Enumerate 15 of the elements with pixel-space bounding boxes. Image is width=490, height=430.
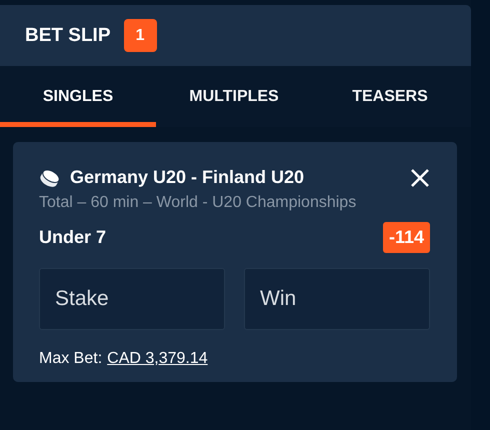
- close-button[interactable]: [410, 168, 430, 188]
- tab[interactable]: TEASERS: [312, 66, 468, 127]
- selection-label: Under 7: [39, 227, 106, 248]
- bet-slip-title: BET SLIP: [25, 24, 111, 46]
- max-bet-label: Max Bet:: [39, 350, 102, 368]
- count-badge: 1: [124, 19, 157, 52]
- hockey-puck-icon: [39, 168, 61, 188]
- tab[interactable]: SINGLES: [0, 66, 156, 127]
- win-field[interactable]: Win: [244, 268, 430, 330]
- stake-field[interactable]: Stake: [39, 268, 225, 330]
- tab[interactable]: MULTIPLES: [156, 66, 312, 127]
- market-description: Total – 60 min – World - U20 Championships: [39, 194, 358, 212]
- odds-badge: -114: [382, 222, 430, 253]
- max-bet-link[interactable]: CAD 3,379.14: [107, 350, 208, 368]
- event-name: Germany U20 - Finland U20: [70, 167, 304, 188]
